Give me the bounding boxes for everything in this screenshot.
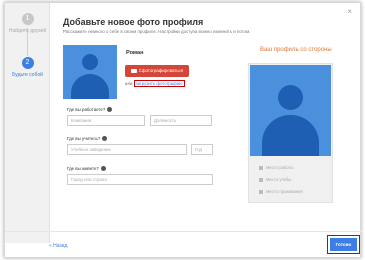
step-label: Найдите друзей (8, 28, 47, 34)
position-input[interactable]: Должность (150, 115, 212, 126)
upload-prefix: или (125, 81, 133, 86)
company-input[interactable]: Компания (67, 115, 145, 126)
globe-icon[interactable] (107, 107, 113, 113)
upload-row: или загрузить фотографию (125, 80, 185, 87)
year-input[interactable]: Год (191, 144, 213, 155)
preview-work: Место работы (259, 165, 294, 170)
step-find-friends[interactable]: 1 Найдите друзей (5, 13, 50, 34)
profile-preview: Место работы Место учебы Место проживани… (248, 63, 333, 203)
avatar-head (82, 54, 98, 70)
take-photo-label: Сфотографироваться (138, 68, 184, 73)
profile-name: Роман (126, 50, 144, 56)
school-input[interactable]: Учебное заведение (67, 144, 187, 155)
profile-dialog: 1 Найдите друзей 2 Будьте собой × Добавь… (4, 2, 362, 258)
avatar-body (262, 115, 319, 156)
work-label-row: Где вы работаете? (67, 107, 113, 113)
step-label: Будьте собой (12, 72, 43, 78)
live-label: Где вы живете? (67, 166, 99, 171)
preview-study-label: Место учебы (266, 177, 292, 182)
preview-work-label: Место работы (266, 165, 294, 170)
city-input[interactable]: Город или страна (67, 174, 213, 185)
close-icon[interactable]: × (347, 7, 352, 16)
preview-study: Место учебы (259, 177, 291, 182)
preview-photo (250, 65, 331, 156)
footer-divider (5, 231, 362, 232)
step-number: 1 (21, 13, 34, 25)
work-label: Где вы работаете? (67, 107, 106, 112)
upload-photo-link[interactable]: загрузить фотографию (133, 80, 185, 87)
camera-icon (130, 68, 137, 73)
globe-icon[interactable] (102, 136, 108, 142)
steps-sidebar: 1 Найдите друзей 2 Будьте собой (5, 3, 50, 243)
step-number: 2 (21, 57, 34, 69)
briefcase-icon (259, 165, 263, 170)
preview-title: Ваш профиль со стороны (260, 47, 332, 53)
study-label: Где вы учитесь? (67, 136, 101, 141)
back-link[interactable]: « Назад (49, 243, 68, 249)
step-be-yourself[interactable]: 2 Будьте собой (5, 57, 50, 78)
live-label-row: Где вы живете? (67, 166, 106, 172)
done-button[interactable]: Готово (330, 238, 357, 251)
avatar-body (71, 74, 109, 99)
preview-location-label: Место проживания (266, 189, 303, 194)
profile-photo (63, 45, 117, 99)
study-label-row: Где вы учитесь? (67, 136, 108, 142)
done-button-highlight: Готово (327, 235, 360, 254)
page-subtitle: Расскажите немного о себе в своем профил… (63, 29, 251, 34)
page-title: Добавьте новое фото профиля (63, 17, 204, 27)
avatar-head (278, 85, 303, 110)
globe-icon[interactable] (100, 166, 106, 172)
location-pin-icon (259, 189, 263, 194)
preview-location: Место проживания (259, 189, 303, 194)
graduation-cap-icon (259, 177, 263, 182)
take-photo-button[interactable]: Сфотографироваться (125, 65, 189, 77)
